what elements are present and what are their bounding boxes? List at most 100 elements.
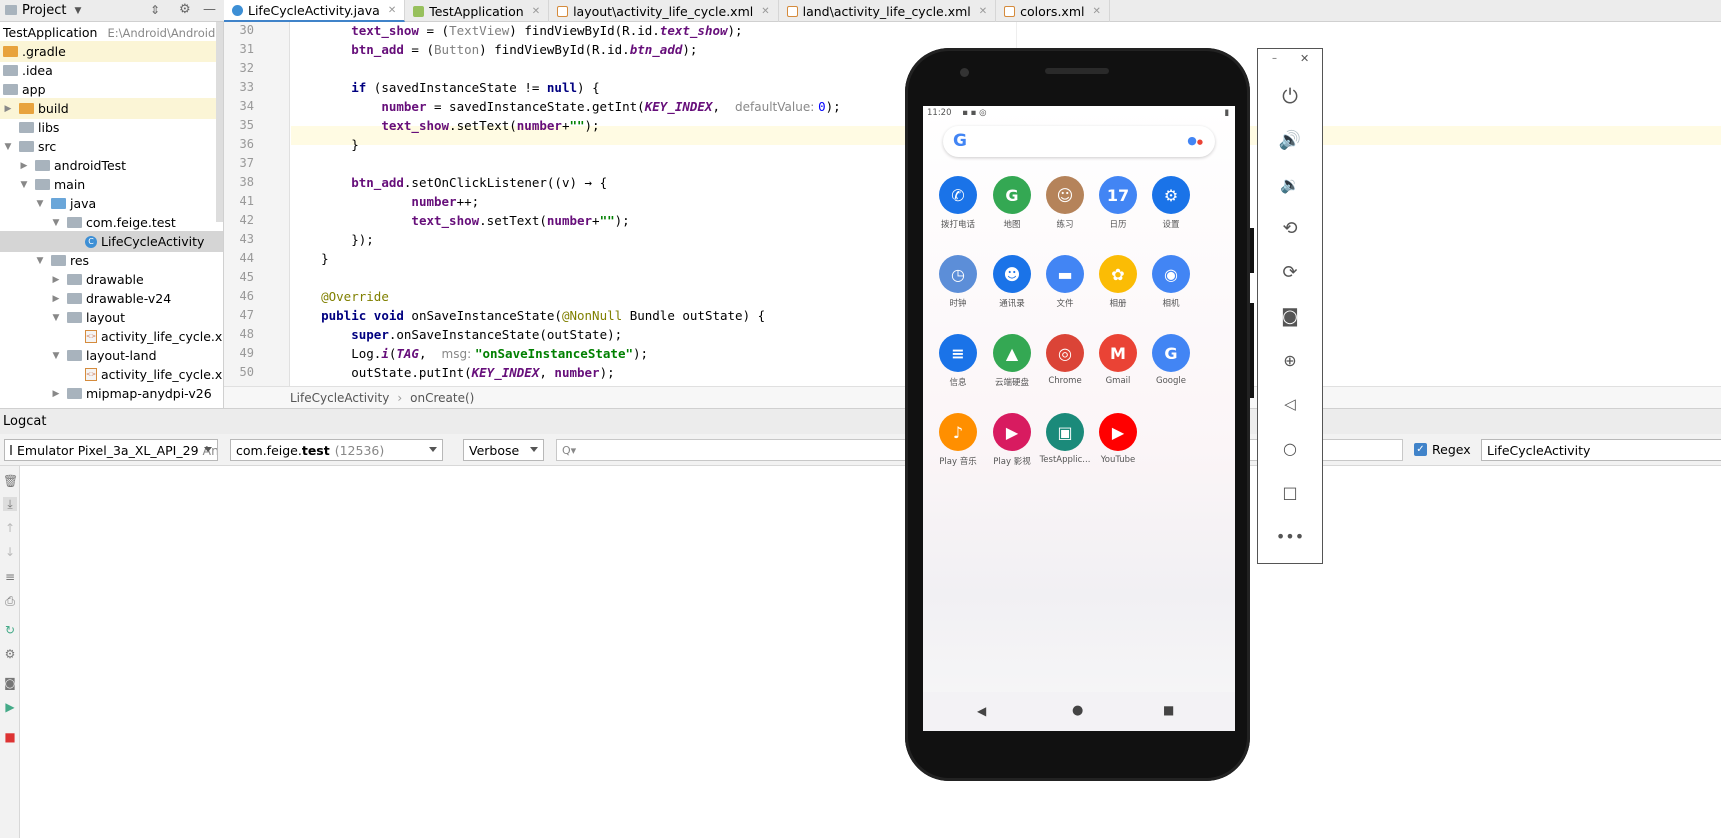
nav-back-icon[interactable]: ◀ (977, 704, 986, 718)
stop-icon[interactable]: ■ (3, 730, 17, 744)
tree-item-root[interactable]: TestApplication E:\Android\AndroidStudi (0, 22, 223, 43)
close-icon[interactable]: ✕ (979, 6, 987, 17)
gear-icon[interactable]: ⚙ (3, 647, 17, 661)
app-icon-18[interactable]: ▶ YouTube (1089, 413, 1147, 465)
nav-recents-icon[interactable]: ■ (1163, 703, 1174, 717)
tree-item-mipmap[interactable]: ▶ mipmap-anydpi-v26 (0, 383, 223, 404)
log-level-select[interactable]: Verbose (463, 439, 544, 461)
scroll-to-end-icon[interactable]: ⤓ (3, 497, 17, 511)
tree-item-gradle[interactable]: .gradle (0, 41, 223, 62)
collapse-arrow-icon[interactable]: ▼ (51, 218, 61, 228)
zoom-icon[interactable]: ⊕ (1275, 345, 1305, 375)
collapse-all-icon[interactable]: ⇕ (150, 3, 160, 17)
volume-up-icon[interactable]: 🔊 (1275, 125, 1305, 155)
collapse-arrow-icon[interactable]: ▼ (19, 180, 29, 190)
overview-icon[interactable]: □ (1275, 477, 1305, 507)
tree-item-androidtest[interactable]: ▶ androidTest (0, 155, 223, 176)
tree-item-main[interactable]: ▼ main (0, 174, 223, 195)
regex-checkbox[interactable]: ✓ (1414, 443, 1427, 456)
rotate-right-icon[interactable]: ⟳ (1275, 257, 1305, 287)
app-icon-16[interactable]: ▶ Play 影视 (983, 413, 1041, 467)
app-icon-5[interactable]: ◷ 时钟 (929, 255, 987, 309)
volume-keys[interactable] (1250, 303, 1254, 398)
collapse-arrow-icon[interactable]: ▼ (3, 142, 13, 152)
back-icon[interactable]: ◁ (1275, 389, 1305, 419)
app-icon-6[interactable]: ☻ 通讯录 (983, 255, 1041, 309)
close-icon[interactable]: ✕ (388, 5, 396, 16)
tab-land-xml[interactable]: land\activity_life_cycle.xml ✕ (779, 0, 997, 22)
tree-item-java[interactable]: ▼ java (0, 193, 223, 214)
app-icon-7[interactable]: ▬ 文件 (1036, 255, 1094, 309)
tree-item-libs[interactable]: libs (0, 117, 223, 138)
editor-gutter[interactable]: 3031323334353637384142434445464748495051… (224, 22, 290, 436)
close-icon[interactable]: ✕ (1300, 52, 1309, 65)
app-icon-1[interactable]: G 地图 (983, 176, 1041, 230)
tree-scrollbar[interactable] (216, 22, 223, 222)
filter-config-select[interactable]: LifeCycleActivity (1481, 439, 1721, 461)
tree-item-build[interactable]: ▶ build (0, 98, 223, 119)
expand-arrow-icon[interactable]: ▶ (51, 294, 61, 304)
arrow-down-icon[interactable]: ↓ (3, 545, 17, 559)
app-icon-0[interactable]: ✆ 拨打电话 (929, 176, 987, 230)
emulator-screen[interactable]: 11:20 ▪ ▪ ◎ ▮ G ●● ✆ 拨打电话 G 地图 ☺ 练习 17 日历 ⚙ 设置 ◷ 时钟… (923, 106, 1235, 731)
collapse-arrow-icon[interactable]: ▼ (35, 256, 45, 266)
tree-item-layout[interactable]: ▼ layout (0, 307, 223, 328)
close-icon[interactable]: ✕ (761, 6, 769, 17)
tree-item-layout-xml[interactable]: <> activity_life_cycle.xml (0, 326, 223, 347)
assistant-icon[interactable]: ●● (1187, 134, 1203, 147)
expand-arrow-icon[interactable]: ▶ (51, 275, 61, 285)
breadcrumb-method[interactable]: onCreate() (410, 391, 474, 405)
volume-down-icon[interactable]: 🔉 (1275, 169, 1305, 199)
app-icon-12[interactable]: ◎ Chrome (1036, 334, 1094, 386)
tab-lifecycleactivity[interactable]: LifeCycleActivity.java ✕ (224, 0, 406, 22)
camera-icon[interactable]: ◙ (1275, 301, 1305, 331)
tree-item-layout-land[interactable]: ▼ layout-land (0, 345, 223, 366)
minimize-icon[interactable]: – (1272, 53, 1277, 64)
hide-panel-icon[interactable]: — (203, 2, 216, 17)
tree-item-idea[interactable]: .idea (0, 60, 223, 81)
print-icon[interactable]: ⎙ (3, 594, 17, 608)
collapse-arrow-icon[interactable]: ▼ (35, 199, 45, 209)
screen-record-icon[interactable]: ▶ (3, 700, 17, 714)
soft-wrap-icon[interactable]: ≡ (3, 570, 17, 584)
tab-colors-xml[interactable]: colors.xml ✕ (996, 0, 1110, 22)
project-panel-title[interactable]: Project (22, 3, 66, 18)
tree-item-src[interactable]: ▼ src (0, 136, 223, 157)
dropdown-arrow-icon[interactable]: ▼ (74, 6, 81, 16)
tree-item-package[interactable]: ▼ com.feige.test (0, 212, 223, 233)
close-icon[interactable]: ✕ (1092, 6, 1100, 17)
arrow-up-icon[interactable]: ↑ (3, 521, 17, 535)
tree-item-land-xml[interactable]: <> activity_life_cycle.xml (0, 364, 223, 385)
tab-testapplication[interactable]: TestApplication ✕ (405, 0, 550, 22)
app-icon-8[interactable]: ✿ 相册 (1089, 255, 1147, 309)
google-search-bar[interactable]: G ●● (943, 126, 1215, 157)
expand-arrow-icon[interactable]: ▶ (3, 104, 13, 114)
app-icon-10[interactable]: ≡ 信息 (929, 334, 987, 388)
power-icon[interactable]: ⏻ (1275, 81, 1305, 111)
expand-arrow-icon[interactable]: ▶ (51, 389, 61, 399)
screenshot-icon[interactable]: ◙ (3, 676, 17, 690)
tab-layout-xml[interactable]: layout\activity_life_cycle.xml ✕ (549, 0, 779, 22)
restart-icon[interactable]: ↻ (3, 623, 17, 637)
device-select[interactable]: Emulator Pixel_3a_XL_API_29 Anc (4, 439, 218, 461)
app-icon-14[interactable]: G Google (1142, 334, 1200, 386)
app-icon-17[interactable]: ▣ TestApplic... (1036, 413, 1094, 465)
rotate-left-icon[interactable]: ⟲ (1275, 213, 1305, 243)
tree-item-lifecycleactivity[interactable]: C LifeCycleActivity (0, 231, 223, 252)
expand-arrow-icon[interactable]: ▶ (19, 161, 29, 171)
app-icon-9[interactable]: ◉ 相机 (1142, 255, 1200, 309)
process-select[interactable]: com.feige. test (12536) (230, 439, 443, 461)
home-icon[interactable]: ○ (1275, 433, 1305, 463)
nav-home-icon[interactable]: ● (1072, 703, 1083, 718)
breadcrumb-class[interactable]: LifeCycleActivity (290, 391, 389, 405)
tree-item-drawable[interactable]: ▶ drawable (0, 269, 223, 290)
tree-item-res[interactable]: ▼ res (0, 250, 223, 271)
trash-icon[interactable]: 🗑 (3, 474, 18, 488)
app-icon-15[interactable]: ♪ Play 音乐 (929, 413, 987, 467)
collapse-arrow-icon[interactable]: ▼ (51, 351, 61, 361)
app-icon-11[interactable]: ▲ 云端硬盘 (983, 334, 1041, 388)
logcat-title[interactable]: Logcat (3, 414, 46, 429)
power-key[interactable] (1250, 228, 1254, 273)
app-icon-4[interactable]: ⚙ 设置 (1142, 176, 1200, 230)
close-icon[interactable]: ✕ (532, 6, 540, 17)
